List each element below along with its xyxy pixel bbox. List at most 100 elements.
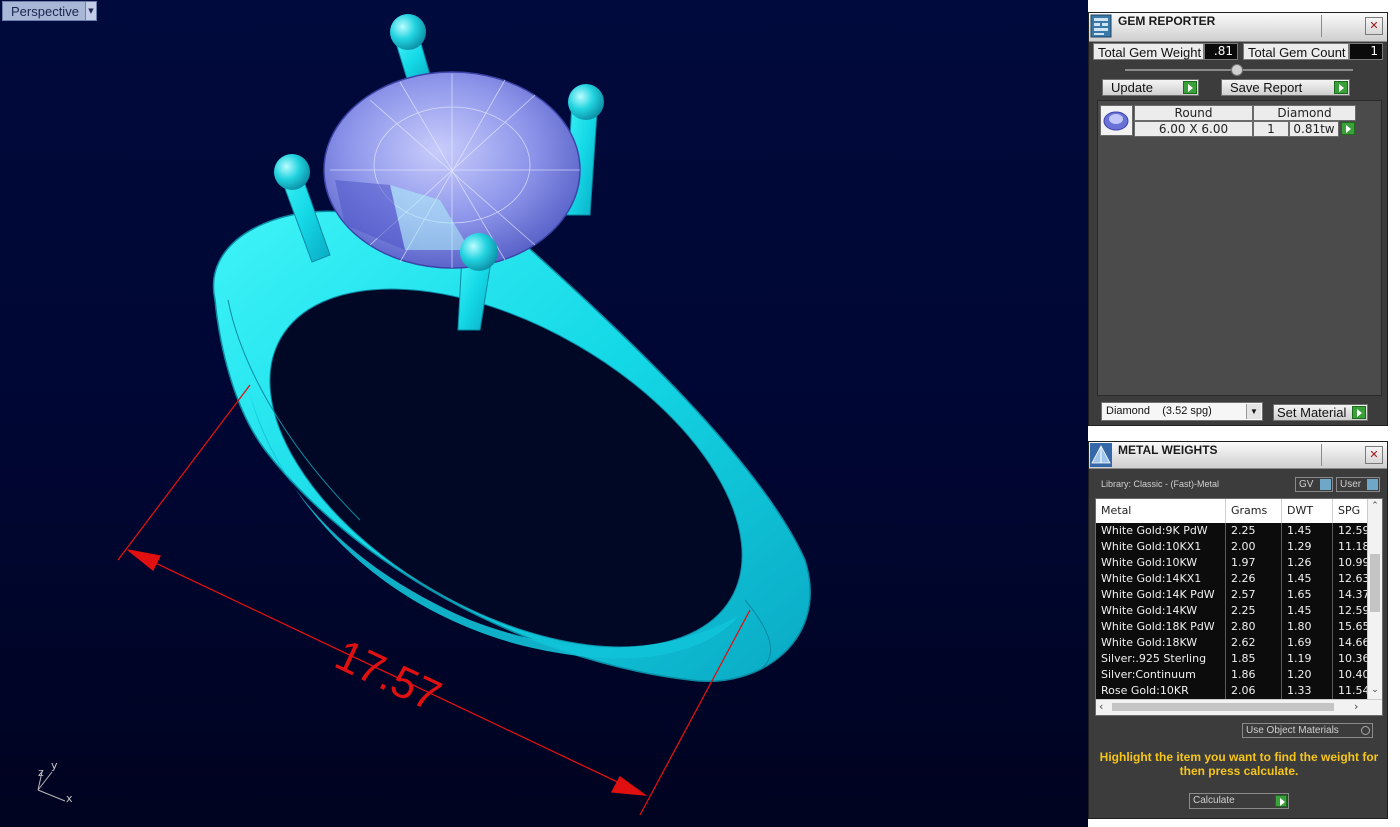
viewport-menu-dropdown[interactable]: ▼ [84,2,96,20]
gem-size-cell: 6.00 X 6.00 [1134,121,1253,137]
total-gem-weight-label: Total Gem Weight [1093,43,1204,60]
dwt-cell: 1.45 [1282,571,1333,587]
gem-row-go-button[interactable] [1340,121,1356,137]
table-row[interactable]: White Gold:18K PdW 2.80 1.80 15.65 [1096,619,1370,635]
gem-shape-cell: Round [1134,105,1253,121]
column-header-metal[interactable]: Metal [1096,499,1226,523]
metal-name-cell: White Gold:14KX1 [1096,571,1226,587]
dwt-cell: 1.26 [1282,555,1333,571]
play-icon [1275,795,1287,807]
metal-name-cell: White Gold:14KW [1096,603,1226,619]
gem-list[interactable]: Round Diamond 6.00 X 6.00 1 0.81tw [1097,100,1382,396]
metal-name-cell: White Gold:10KX1 [1096,539,1226,555]
set-material-button-label: Set Material [1277,405,1347,420]
user-toggle-label: User [1340,479,1362,490]
save-report-button[interactable]: Save Report [1221,79,1350,96]
user-toggle[interactable]: User [1336,477,1380,492]
table-row[interactable]: White Gold:14KX1 2.26 1.45 12.63 [1096,571,1370,587]
viewport-label[interactable]: Perspective ▼ [2,1,97,21]
slider-knob[interactable] [1231,64,1243,76]
dwt-cell: 1.20 [1282,667,1333,683]
table-row[interactable]: White Gold:10KX1 2.00 1.29 11.18 [1096,539,1370,555]
table-row[interactable]: White Gold:9K PdW 2.25 1.45 12.59 [1096,523,1370,539]
table-row[interactable]: White Gold:14K PdW 2.57 1.65 14.37 [1096,587,1370,603]
vertical-scrollbar[interactable]: ⌃ ⌄ [1367,499,1382,701]
grams-cell: 2.25 [1226,603,1282,619]
grams-cell: 2.62 [1226,635,1282,651]
metal-table[interactable]: Metal Grams DWT SPG White Gold:9K PdW 2.2… [1095,498,1383,716]
column-header-grams[interactable]: Grams [1226,499,1282,523]
dwt-cell: 1.69 [1282,635,1333,651]
play-icon [1341,122,1355,135]
close-icon[interactable]: ✕ [1365,17,1383,35]
axis-label-y: y [51,759,58,772]
scroll-thumb[interactable] [1370,554,1380,612]
ring-model[interactable] [0,0,1088,827]
play-icon [1352,406,1366,419]
horizontal-scrollbar[interactable]: ‹ › [1096,699,1382,715]
scroll-hthumb[interactable] [1112,703,1334,711]
grams-cell: 1.86 [1226,667,1282,683]
material-select[interactable]: Diamond (3.52 spg) ▼ [1101,402,1263,421]
grams-cell: 1.97 [1226,555,1282,571]
total-gem-count-label: Total Gem Count [1243,43,1349,60]
scroll-down-icon[interactable]: ⌄ [1368,685,1382,695]
gem-material-cell: Diamond [1253,105,1356,121]
metal-name-cell: White Gold:18K PdW [1096,619,1226,635]
metal-name-cell: White Gold:9K PdW [1096,523,1226,539]
table-row[interactable]: Silver:Continuum 1.86 1.20 10.40 [1096,667,1370,683]
dwt-cell: 1.45 [1282,523,1333,539]
metal-name-cell: Silver:.925 Sterling [1096,651,1226,667]
table-row[interactable]: White Gold:18KW 2.62 1.69 14.66 [1096,635,1370,651]
metal-weights-titlebar[interactable]: METAL WEIGHTS ✕ [1089,442,1387,469]
gem-thumbnail[interactable] [1100,105,1133,136]
dwt-cell: 1.80 [1282,619,1333,635]
grams-cell: 2.25 [1226,523,1282,539]
table-row[interactable]: White Gold:14KW 2.25 1.45 12.59 [1096,603,1370,619]
metal-weights-title: METAL WEIGHTS [1118,443,1218,457]
dwt-cell: 1.29 [1282,539,1333,555]
round-gem-icon [1103,111,1129,131]
scroll-up-icon[interactable]: ⌃ [1368,501,1382,511]
toggle-indicator [1367,479,1378,490]
column-header-dwt[interactable]: DWT [1282,499,1333,523]
instruction-text: Highlight the item you want to find the … [1099,750,1379,778]
table-row[interactable]: Silver:.925 Sterling 1.85 1.19 10.36 [1096,651,1370,667]
size-slider[interactable] [1125,64,1353,76]
chevron-down-icon[interactable]: ▼ [1246,404,1261,419]
dwt-cell: 1.19 [1282,651,1333,667]
report-icon [1090,14,1112,38]
axis-label-z: z [38,766,44,779]
gem-weight-cell: 0.81tw [1289,121,1339,137]
close-icon[interactable]: ✕ [1365,446,1383,464]
titlebar-divider [1321,15,1322,37]
set-material-button[interactable]: Set Material [1273,404,1368,421]
viewport-label-text: Perspective [11,3,79,19]
total-gem-weight-value: .81 [1204,43,1238,60]
metal-name-cell: White Gold:10KW [1096,555,1226,571]
metal-name-cell: Rose Gold:10KR [1096,683,1226,699]
radio-indicator [1361,726,1370,735]
table-row[interactable]: White Gold:10KW 1.97 1.26 10.99 [1096,555,1370,571]
gv-toggle[interactable]: GV [1295,477,1333,492]
play-icon [1334,81,1348,94]
gem-count-cell: 1 [1253,121,1289,137]
scroll-left-icon[interactable]: ‹ [1099,700,1103,714]
dwt-cell: 1.65 [1282,587,1333,603]
grams-cell: 2.80 [1226,619,1282,635]
use-object-materials-toggle[interactable]: Use Object Materials [1242,723,1373,738]
axis-label-x: x [66,792,73,805]
gem-reporter-title: GEM REPORTER [1118,14,1216,28]
library-label: Library: Classic - (Fast)-Metal [1101,479,1220,489]
metal-name-cell: Silver:Continuum [1096,667,1226,683]
grams-cell: 1.85 [1226,651,1282,667]
gem-reporter-titlebar[interactable]: GEM REPORTER ✕ [1089,13,1387,42]
metal-name-cell: White Gold:18KW [1096,635,1226,651]
perspective-viewport[interactable]: Perspective ▼ 17.57 x y z [0,0,1088,827]
table-row[interactable]: Rose Gold:10KR 2.06 1.33 11.54 [1096,683,1370,699]
update-button[interactable]: Update [1102,79,1199,96]
calculate-button[interactable]: Calculate [1189,793,1289,809]
update-button-label: Update [1111,80,1153,95]
metal-weights-panel: METAL WEIGHTS ✕ Library: Classic - (Fast… [1088,441,1388,819]
scroll-right-icon[interactable]: › [1354,700,1358,714]
